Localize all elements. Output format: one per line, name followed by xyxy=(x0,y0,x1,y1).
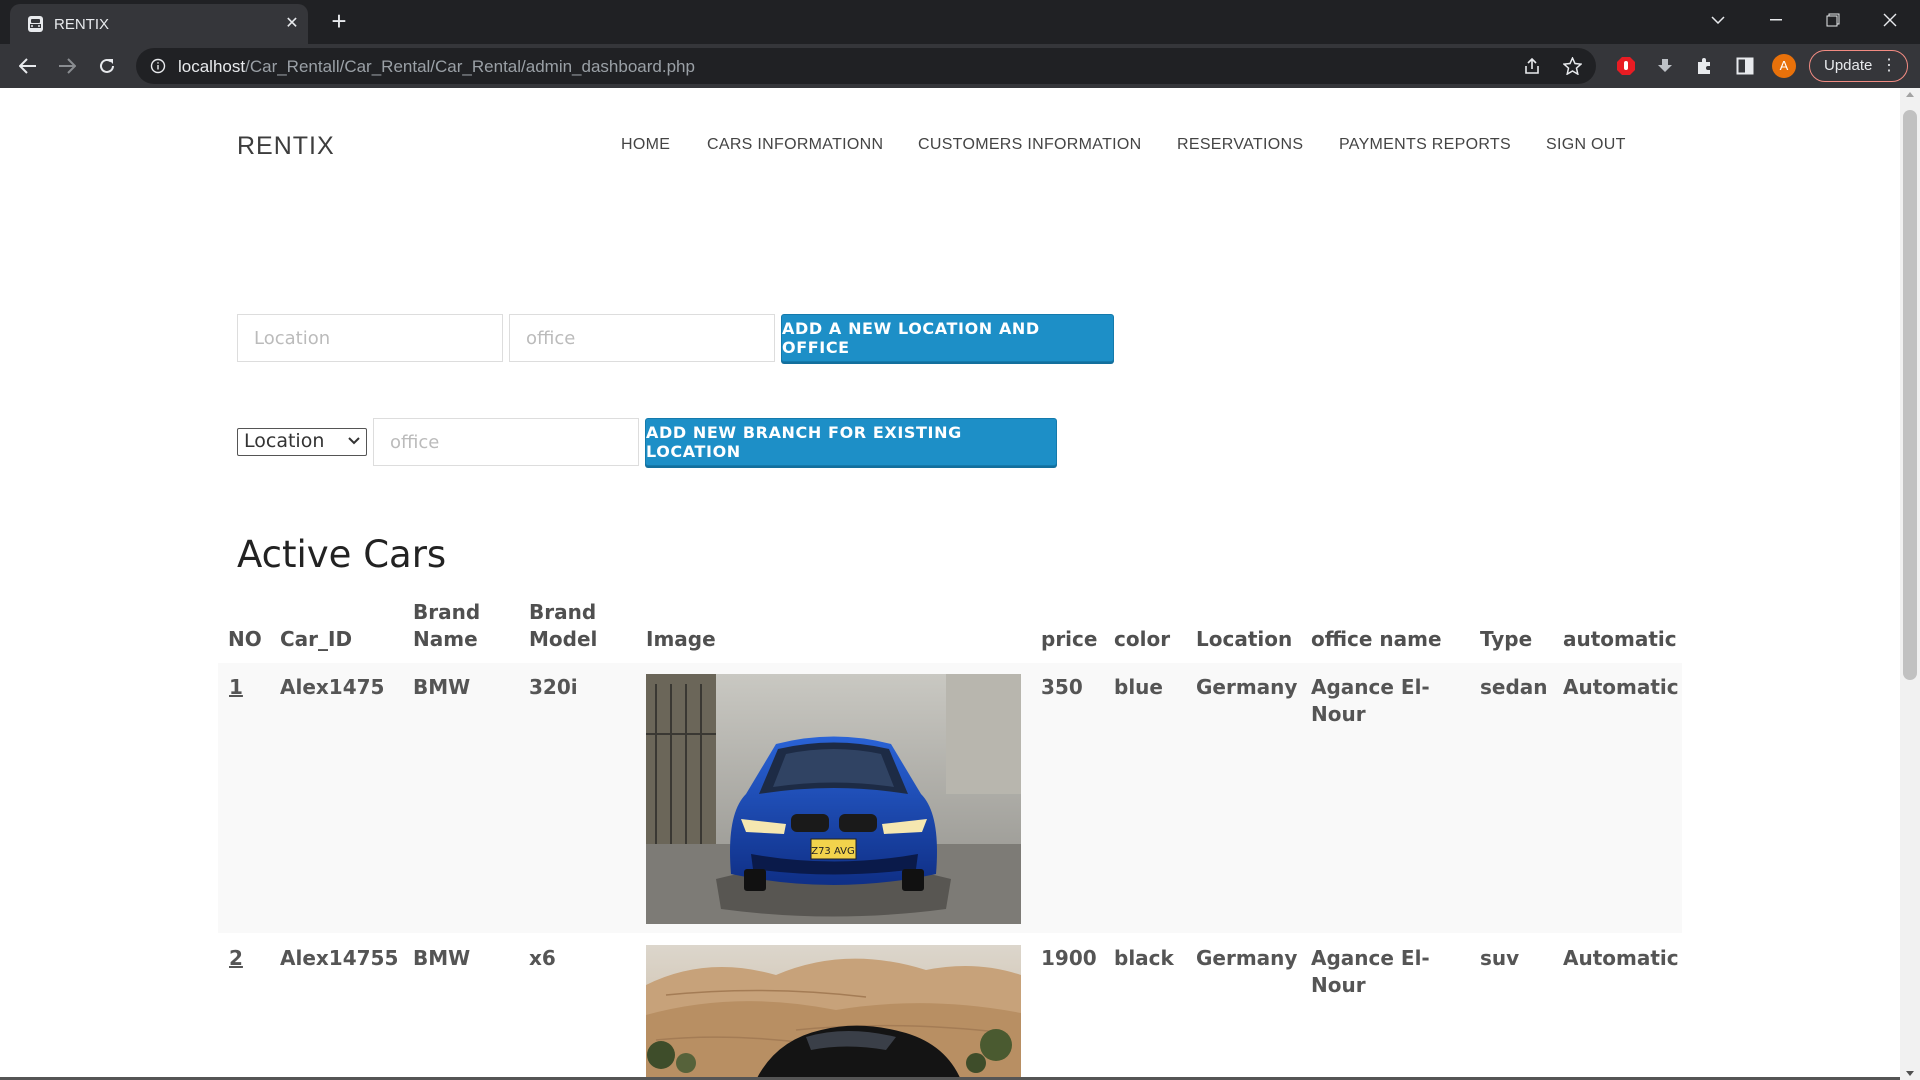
profile-avatar[interactable]: A xyxy=(1772,54,1796,78)
active-cars-heading: Active Cars xyxy=(237,533,447,576)
cell-location: Germany xyxy=(1196,946,1298,970)
cell-office-name: Agance El- Nour xyxy=(1311,946,1430,997)
address-bar[interactable]: localhost/Car_Rentall/Car_Rental/Car_Ren… xyxy=(136,48,1596,84)
back-arrow-icon[interactable] xyxy=(14,52,42,80)
cell-car-id: Alex14755 xyxy=(280,946,399,970)
cell-location: Germany xyxy=(1196,675,1298,699)
restore-icon[interactable] xyxy=(1805,0,1861,40)
cell-color: blue xyxy=(1114,675,1163,699)
cell-type: suv xyxy=(1480,946,1520,970)
tab-close-icon[interactable]: ✕ xyxy=(280,12,304,36)
nav-sign-out[interactable]: SIGN OUT xyxy=(1546,136,1626,154)
car-image-black-bmw xyxy=(646,945,1021,1080)
nav-cars-information[interactable]: CARS INFORMATIONN xyxy=(707,136,883,154)
extensions-puzzle-icon[interactable] xyxy=(1693,54,1717,78)
scrollbar-thumb[interactable] xyxy=(1903,110,1917,680)
col-header-automatic: automatic xyxy=(1563,627,1677,651)
row-number-link[interactable]: 2 xyxy=(229,945,243,972)
share-icon[interactable] xyxy=(1522,56,1542,76)
vertical-scrollbar[interactable] xyxy=(1900,88,1920,1080)
cell-price: 350 xyxy=(1041,675,1083,699)
branch-office-input[interactable]: office xyxy=(373,418,639,466)
site-info-icon[interactable] xyxy=(150,58,166,74)
browser-toolbar: localhost/Car_Rentall/Car_Rental/Car_Ren… xyxy=(0,44,1920,88)
browser-tab[interactable]: RENTIX ✕ xyxy=(10,4,308,44)
tab-search-chevron-icon[interactable] xyxy=(1690,0,1746,40)
cell-office-name: Agance El- Nour xyxy=(1311,675,1430,726)
cell-automatic: Automatic xyxy=(1563,946,1679,970)
bookmark-star-icon[interactable] xyxy=(1562,56,1582,76)
cell-price: 1900 xyxy=(1041,946,1097,970)
chevron-down-icon xyxy=(348,437,360,445)
add-branch-button[interactable]: ADD NEW BRANCH FOR EXISTING LOCATION xyxy=(645,418,1057,466)
add-location-office-button[interactable]: ADD A NEW LOCATION AND OFFICE xyxy=(781,314,1114,362)
reload-icon[interactable] xyxy=(93,52,121,80)
cell-car-id: Alex1475 xyxy=(280,675,385,699)
car-favicon-icon xyxy=(28,16,43,32)
extension-adblock-icon[interactable] xyxy=(1614,54,1638,78)
location-input[interactable]: Location xyxy=(237,314,503,362)
col-header-type: Type xyxy=(1480,627,1533,651)
forward-arrow-icon[interactable] xyxy=(53,52,81,80)
row-number-link[interactable]: 1 xyxy=(229,674,243,701)
nav-payments-reports[interactable]: PAYMENTS REPORTS xyxy=(1339,136,1511,154)
tab-title: RENTIX xyxy=(54,16,110,33)
car-image-blue-bmw: Z73 AVG xyxy=(646,674,1021,924)
cell-brand-name: BMW xyxy=(413,675,471,699)
col-header-brand-model: Brand Model xyxy=(529,600,598,651)
cell-automatic: Automatic xyxy=(1563,675,1679,699)
cell-brand-model: 320i xyxy=(529,675,578,699)
cell-color: black xyxy=(1114,946,1174,970)
browser-tab-strip: RENTIX ✕ + xyxy=(0,0,1920,44)
cell-brand-model: x6 xyxy=(529,946,556,970)
more-menu-icon: ⋮ xyxy=(1881,57,1897,74)
svg-text:Z73 AVG: Z73 AVG xyxy=(811,846,855,857)
page-viewport: RENTIX HOME CARS INFORMATIONN CUSTOMERS … xyxy=(0,88,1920,1080)
scroll-up-arrow-icon[interactable] xyxy=(1906,92,1914,97)
url-text[interactable]: localhost/Car_Rentall/Car_Rental/Car_Ren… xyxy=(178,57,695,77)
site-logo[interactable]: RENTIX xyxy=(237,132,335,161)
col-header-no: NO xyxy=(228,627,262,651)
office-input[interactable]: office xyxy=(509,314,775,362)
minimize-icon[interactable] xyxy=(1748,0,1804,40)
col-header-price: price xyxy=(1041,627,1098,651)
col-header-color: color xyxy=(1114,627,1171,651)
scroll-down-arrow-icon[interactable] xyxy=(1906,1071,1914,1076)
update-button[interactable]: Update ⋮ xyxy=(1809,50,1908,82)
cell-brand-name: BMW xyxy=(413,946,471,970)
col-header-brand-name: Brand Name xyxy=(413,600,481,651)
col-header-office-name: office name xyxy=(1311,627,1442,651)
close-window-icon[interactable] xyxy=(1862,0,1918,40)
col-header-car-id: Car_ID xyxy=(280,627,353,651)
download-icon[interactable] xyxy=(1653,54,1677,78)
nav-home[interactable]: HOME xyxy=(621,136,670,154)
nav-customers-information[interactable]: CUSTOMERS INFORMATION xyxy=(918,136,1142,154)
col-header-image: Image xyxy=(646,627,716,651)
location-select[interactable]: Location xyxy=(237,428,367,456)
side-panel-icon[interactable] xyxy=(1733,54,1757,78)
cell-type: sedan xyxy=(1480,675,1548,699)
new-tab-plus-icon[interactable]: + xyxy=(325,8,353,36)
nav-reservations[interactable]: RESERVATIONS xyxy=(1177,136,1303,154)
col-header-location: Location xyxy=(1196,627,1293,651)
